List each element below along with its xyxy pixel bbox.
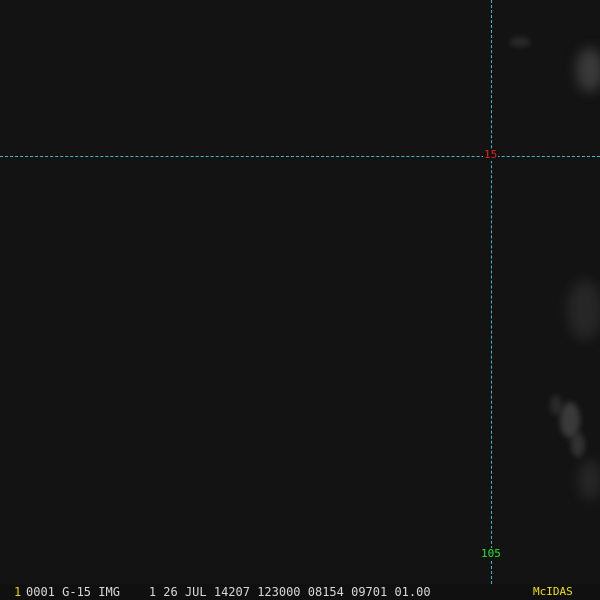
frame-number: 1 <box>14 585 22 599</box>
latitude-label: 15 <box>483 148 499 161</box>
status-bar: 1 0001 G-15 IMG 1 26 JUL 14207 123000 08… <box>0 584 600 600</box>
latitude-gridline <box>0 156 600 157</box>
satellite-image-viewer: 15 105 1 0001 G-15 IMG 1 26 JUL 14207 12… <box>0 0 600 600</box>
mcidas-brand-label: McIDAS <box>533 585 573 598</box>
image-metadata-text: 0001 G-15 IMG 1 26 JUL 14207 123000 0815… <box>26 585 431 599</box>
longitude-gridline <box>491 0 492 584</box>
satellite-imagery <box>0 0 600 584</box>
longitude-label: 105 <box>480 547 502 560</box>
